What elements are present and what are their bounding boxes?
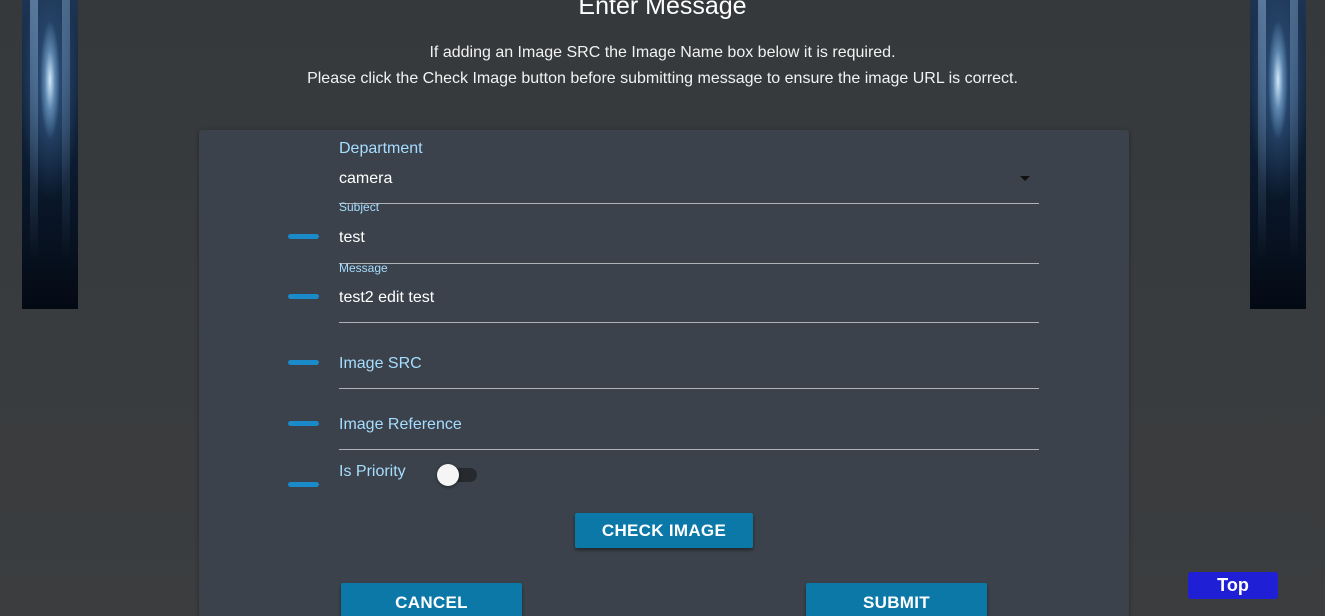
- instructions: If adding an Image SRC the Image Name bo…: [0, 40, 1325, 92]
- is-priority-toggle[interactable]: [437, 464, 477, 486]
- instruction-line-2: Please click the Check Image button befo…: [307, 70, 1018, 87]
- image-reference-label: Image Reference: [339, 416, 462, 433]
- scroll-to-top-button[interactable]: Top: [1188, 572, 1278, 599]
- image-reference-field[interactable]: Image Reference: [339, 389, 1039, 450]
- is-priority-label: Is Priority: [339, 463, 406, 480]
- subject-value: test: [339, 229, 365, 246]
- check-image-button[interactable]: CHECK IMAGE: [575, 513, 753, 548]
- message-field[interactable]: Message test2 edit test: [339, 261, 1039, 323]
- department-label: Department: [339, 140, 423, 157]
- subject-dash-icon: [288, 234, 319, 239]
- page-title: Enter Message: [578, 0, 747, 20]
- image-src-dash-icon: [288, 360, 319, 365]
- message-value: test2 edit test: [339, 289, 435, 306]
- department-value: camera: [339, 170, 393, 187]
- is-priority-dash-icon: [288, 482, 319, 487]
- department-select[interactable]: Department camera: [339, 138, 1039, 204]
- image-reference-dash-icon: [288, 421, 319, 426]
- message-form: Department camera Subject test Message t…: [199, 130, 1129, 616]
- subject-label: Subject: [339, 200, 380, 214]
- subject-field[interactable]: Subject test: [339, 200, 1039, 264]
- message-dash-icon: [288, 294, 319, 299]
- toggle-knob: [437, 464, 459, 486]
- caret-down-icon[interactable]: [1020, 176, 1030, 181]
- instruction-line-1: If adding an Image SRC the Image Name bo…: [429, 44, 896, 61]
- cancel-button[interactable]: CANCEL: [341, 583, 522, 616]
- submit-button[interactable]: SUBMIT: [806, 583, 987, 616]
- image-src-field[interactable]: Image SRC: [339, 323, 1039, 389]
- message-label: Message: [339, 261, 388, 275]
- image-src-label: Image SRC: [339, 355, 422, 372]
